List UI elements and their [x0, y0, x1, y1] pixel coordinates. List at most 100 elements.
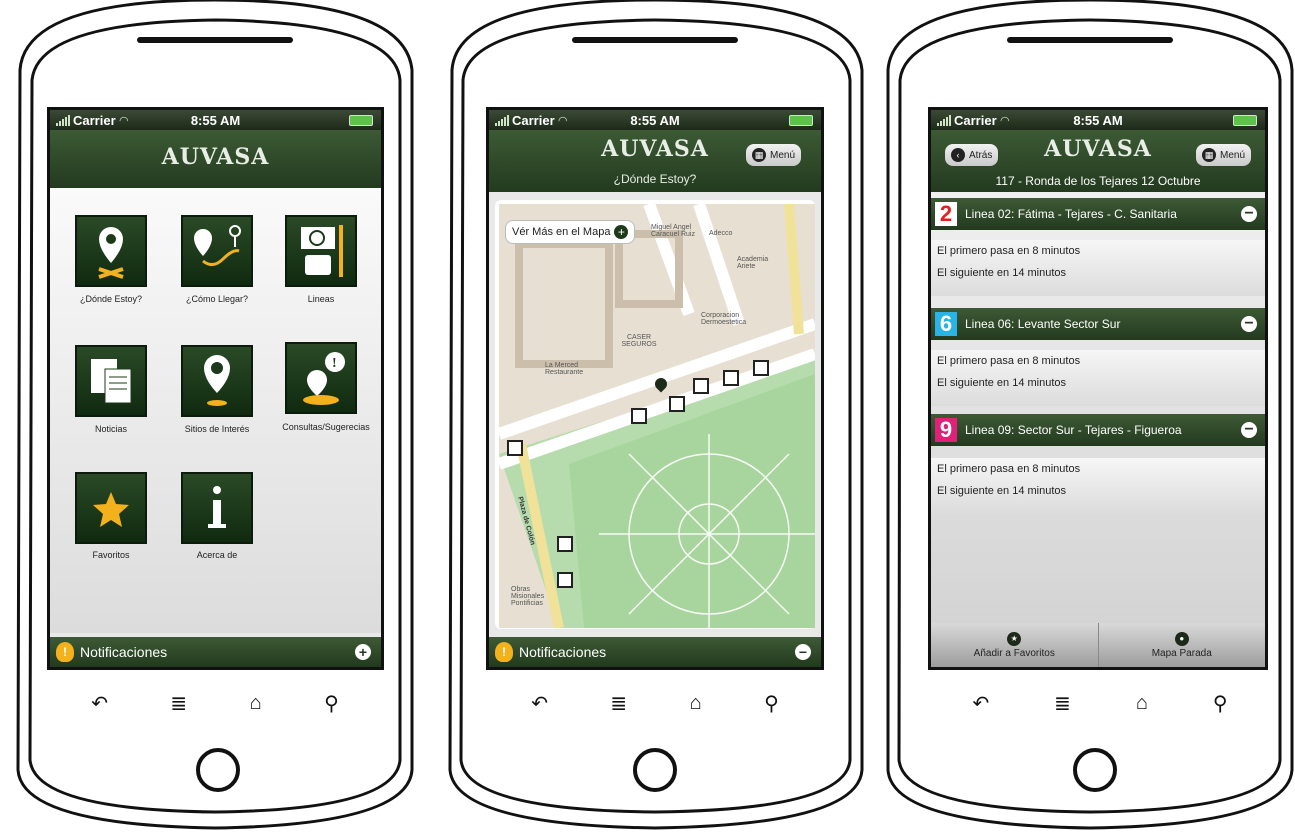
- map-label: Miguel Angel Caracuel Ruiz: [651, 224, 695, 238]
- landmark-pin-icon: [204, 355, 230, 406]
- tile-lineas[interactable]: [285, 215, 357, 287]
- view-map-button[interactable]: Vér Más en el Mapa +: [505, 220, 636, 244]
- expand-plus-icon[interactable]: +: [355, 644, 371, 660]
- bus-schedule-icon: [301, 225, 343, 277]
- add-favorite-tab[interactable]: ★ Añadir a Favoritos: [931, 623, 1099, 667]
- android-nav-bar: ↶ ≣ ⌂ ⚲: [940, 688, 1260, 718]
- menu-icon[interactable]: ≣: [610, 691, 627, 716]
- status-bar: Carrier ◠ 8:55 AM: [50, 110, 381, 130]
- app-header: AUVASA: [50, 130, 381, 188]
- star-icon: [93, 492, 129, 527]
- line-number-badge: 2: [935, 201, 957, 226]
- map-label: Obras Misionales Pontificias: [511, 586, 545, 607]
- star-icon: ★: [1007, 631, 1022, 646]
- notifications-bar[interactable]: ! Notificaciones +: [50, 637, 381, 667]
- line-name: Linea 09: Sector Sur - Tejares - Figuero…: [965, 423, 1182, 437]
- tile-donde-estoy[interactable]: [75, 215, 147, 287]
- phone3-screen: Carrier ◠ 8:55 AM ‹ Atrás AUVASA ▦ Menú 11…: [928, 107, 1268, 670]
- tile-como-llegar[interactable]: [181, 215, 253, 287]
- signal-icon: [937, 114, 951, 126]
- search-icon[interactable]: ⚲: [324, 691, 339, 716]
- collapse-minus-icon[interactable]: −: [1241, 206, 1257, 222]
- tile-label: ¿Dónde Estoy?: [79, 294, 143, 304]
- tile-sitios-interes[interactable]: [181, 345, 253, 417]
- newspaper-icon: [91, 359, 132, 404]
- line-header[interactable]: 6 Linea 06: Levante Sector Sur −: [931, 308, 1265, 340]
- app-header: AUVASA ▦ Menú ¿Dónde Estoy?: [489, 130, 821, 192]
- menu-button[interactable]: ▦ Menú: [745, 144, 801, 166]
- app-logo: AUVASA: [601, 136, 709, 162]
- home-icon[interactable]: ⌂: [1136, 692, 1148, 715]
- status-bar: Carrier ◠ 8:55 AM: [931, 110, 1265, 130]
- menu-button-label: Menú: [769, 149, 795, 161]
- tile-label: Lineas: [307, 294, 335, 304]
- back-button-label: Atrás: [969, 149, 993, 161]
- lightbulb-icon: !: [56, 642, 74, 662]
- back-icon[interactable]: ↶: [91, 691, 108, 716]
- bus-stop-icon[interactable]: [693, 378, 709, 394]
- map-label: Plaza de Colón: [516, 496, 536, 546]
- bottom-tab-bar: ★ Añadir a Favoritos ● Mapa Parada: [931, 623, 1265, 667]
- bus-stop-icon[interactable]: [557, 572, 573, 588]
- map-label: La Merced Restaurante: [545, 362, 584, 376]
- collapse-minus-icon[interactable]: −: [1241, 422, 1257, 438]
- bus-stop-icon[interactable]: [753, 360, 769, 376]
- line-header[interactable]: 9 Linea 09: Sector Sur - Tejares - Figue…: [931, 414, 1265, 446]
- notifications-label: Notificaciones: [519, 644, 607, 660]
- app-logo: AUVASA: [161, 144, 270, 170]
- next-arrival: El siguiente en 14 minutos: [937, 485, 1067, 497]
- chevron-left-icon: ‹: [951, 148, 965, 162]
- map-pin-icon: [98, 227, 124, 279]
- wifi-icon: ◠: [119, 114, 129, 127]
- map-label: Adecco: [709, 230, 733, 237]
- view-map-label: Vér Más en el Mapa: [512, 226, 611, 238]
- stop-map-tab[interactable]: ● Mapa Parada: [1099, 623, 1266, 667]
- grid-icon: ▦: [751, 148, 766, 162]
- collapse-minus-icon[interactable]: −: [1241, 316, 1257, 332]
- battery-icon: [349, 115, 373, 126]
- grid-icon: ▦: [1201, 148, 1216, 162]
- home-icon[interactable]: ⌂: [250, 692, 262, 715]
- plus-icon: +: [614, 225, 629, 239]
- line-list: 2 Linea 02: Fátima - Tejares - C. Sanita…: [931, 192, 1265, 623]
- bus-stop-icon[interactable]: [557, 536, 573, 552]
- notifications-bar[interactable]: ! Notificaciones −: [489, 637, 821, 667]
- back-icon[interactable]: ↶: [531, 691, 548, 716]
- wifi-icon: ◠: [558, 114, 568, 127]
- home-grid: ¿Dónde Estoy? ¿Cómo Llegar? Lineas Notic…: [50, 188, 381, 633]
- info-icon: [208, 486, 226, 528]
- signal-icon: [495, 114, 509, 126]
- search-icon[interactable]: ⚲: [764, 691, 779, 716]
- tile-consultas[interactable]: !: [285, 342, 357, 414]
- menu-icon[interactable]: ≣: [1054, 691, 1071, 716]
- notifications-label: Notificaciones: [80, 644, 168, 660]
- back-icon[interactable]: ↶: [972, 691, 989, 716]
- tab-label: Añadir a Favoritos: [973, 647, 1055, 659]
- home-icon[interactable]: ⌂: [690, 692, 702, 715]
- line-header[interactable]: 2 Linea 02: Fátima - Tejares - C. Sanita…: [931, 198, 1265, 230]
- menu-icon[interactable]: ≣: [170, 691, 187, 716]
- collapse-minus-icon[interactable]: −: [795, 644, 811, 660]
- map-panel: Miguel Angel Caracuel Ruiz Adecco Academ…: [495, 200, 815, 629]
- tile-acerca-de[interactable]: [181, 472, 253, 544]
- map-label: Corporacion Dermoestetica: [701, 312, 747, 326]
- tile-noticias[interactable]: [75, 345, 147, 417]
- tile-label: Noticias: [94, 424, 127, 434]
- bus-stop-icon[interactable]: [631, 408, 647, 424]
- line-arrivals: El primero pasa en 8 minutos El siguient…: [931, 350, 1265, 406]
- phone2-screen: Carrier ◠ 8:55 AM AUVASA ▦ Menú ¿Dónde Es…: [486, 107, 824, 670]
- back-button[interactable]: ‹ Atrás: [945, 144, 999, 166]
- route-icon: [194, 225, 241, 266]
- line-arrivals: El primero pasa en 8 minutos El siguient…: [931, 458, 1265, 514]
- battery-icon: [1233, 115, 1257, 126]
- svg-text:!: !: [332, 356, 337, 371]
- bus-stop-icon[interactable]: [723, 370, 739, 386]
- menu-button[interactable]: ▦ Menú: [1195, 144, 1251, 166]
- bus-stop-icon[interactable]: [507, 440, 523, 456]
- menu-button-label: Menú: [1219, 149, 1245, 161]
- carrier-label: Carrier: [512, 112, 555, 128]
- bus-stop-icon[interactable]: [669, 396, 685, 412]
- phone1-screen: Carrier ◠ 8:55 AM AUVASA ¿Dónde Estoy? ¿…: [47, 107, 384, 670]
- tile-favoritos[interactable]: [75, 472, 147, 544]
- search-icon[interactable]: ⚲: [1213, 691, 1228, 716]
